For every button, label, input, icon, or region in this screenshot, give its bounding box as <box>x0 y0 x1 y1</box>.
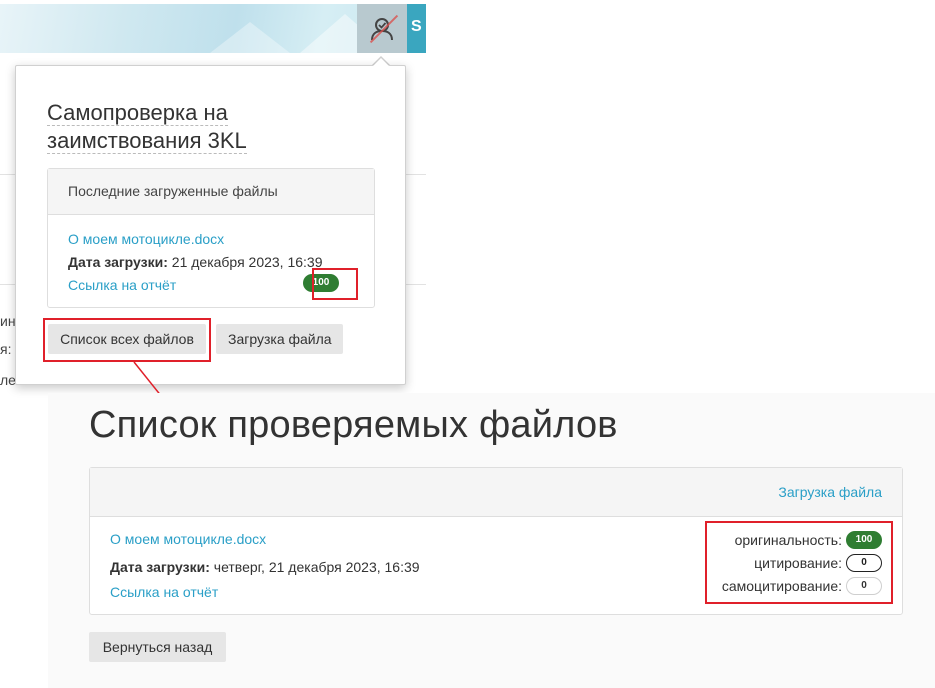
background-text-fragment: ле <box>0 372 16 388</box>
popup-title-text[interactable]: Самопроверка на заимствования 3KL <box>47 100 247 154</box>
nav-partial-label: S <box>411 18 422 35</box>
back-button[interactable]: Вернуться назад <box>89 632 226 662</box>
file-upload-date: Дата загрузки: четверг, 21 декабря 2023,… <box>110 559 420 575</box>
recent-upload-date: Дата загрузки: 21 декабря 2023, 16:39 <box>68 254 323 270</box>
files-card-header: Загрузка файла <box>90 468 902 517</box>
recent-file-link[interactable]: О моем мотоцикле.docx <box>68 231 224 247</box>
upload-date-label: Дата загрузки: <box>68 254 168 270</box>
nav-partial-item[interactable]: S <box>407 4 426 53</box>
recent-files-header: Последние загруженные файлы <box>48 169 374 215</box>
upload-date-value: 21 декабря 2023, 16:39 <box>171 254 323 270</box>
recent-report-link[interactable]: Ссылка на отчёт <box>68 277 176 293</box>
highlight-metrics-box <box>705 521 893 604</box>
popup-title: Самопроверка на заимствования 3KL <box>47 99 347 155</box>
file-report-link[interactable]: Ссылка на отчёт <box>110 584 218 600</box>
popup-caret-inner <box>373 58 389 66</box>
upload-file-button[interactable]: Загрузка файла <box>216 324 343 354</box>
upload-date-value: четверг, 21 декабря 2023, 16:39 <box>213 559 420 575</box>
user-menu-button[interactable] <box>357 4 407 53</box>
highlight-all-files-box <box>43 318 211 362</box>
file-name-link[interactable]: О моем мотоцикле.docx <box>110 531 266 547</box>
upload-date-label: Дата загрузки: <box>110 559 210 575</box>
highlight-badge-box <box>312 268 358 300</box>
banner-decoration <box>210 22 290 53</box>
page-title: Список проверяемых файлов <box>89 404 618 446</box>
upload-file-link[interactable]: Загрузка файла <box>778 484 882 500</box>
